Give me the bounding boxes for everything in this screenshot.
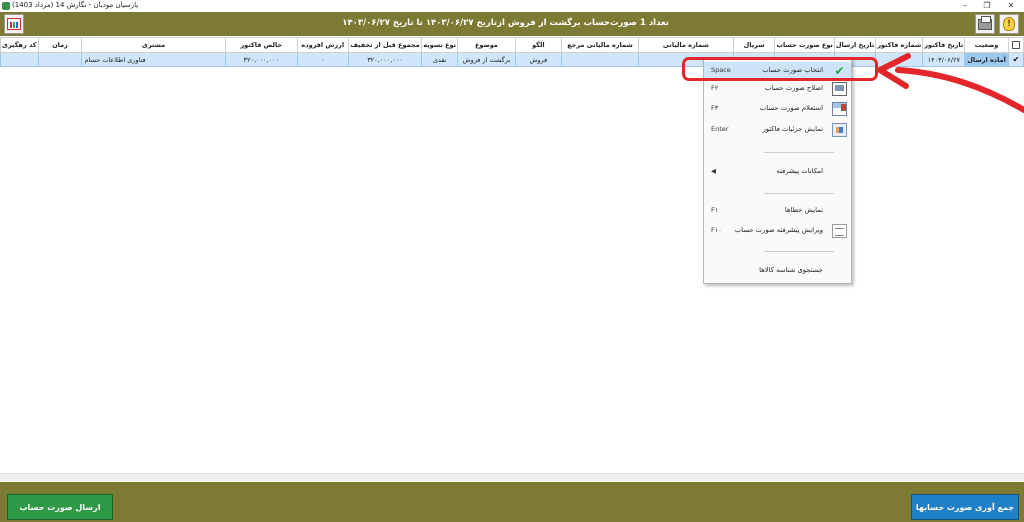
context-menu: ✔ انتخاب صورت حساب Space اصلاح صورت حساب… xyxy=(703,58,852,284)
menu-item-label: نمایش جزئیات فاکتور xyxy=(762,125,823,133)
header-total-before-discount[interactable]: مجموع قبل از تخفیف xyxy=(347,37,423,53)
printer-icon xyxy=(978,15,992,30)
menu-item-shortcut: F۳ xyxy=(711,104,719,112)
app-icon xyxy=(2,2,10,10)
menu-item-shortcut: Enter xyxy=(711,125,729,133)
header-serial[interactable]: سریال xyxy=(732,37,776,53)
menu-item-label: نمایش خطاها xyxy=(784,206,823,214)
exclamation-icon: ! xyxy=(1003,17,1015,31)
menu-item-label: استعلام صورت حساب xyxy=(759,104,823,112)
submenu-arrow-icon: ◀ xyxy=(711,167,716,175)
cell-vat: ۰ xyxy=(296,52,349,67)
menu-item-advanced[interactable]: امکانات پیشرفته ◀ xyxy=(704,163,851,181)
maximize-button[interactable]: ❐ xyxy=(976,0,998,12)
advanced-edit-icon xyxy=(832,224,847,238)
header-invoice-type[interactable]: نوع صورت حساب xyxy=(774,37,835,53)
cell-ref-tax-no xyxy=(561,52,639,67)
cell-total-before-discount: ۳۲۰,۰۰۰,۰۰۰ xyxy=(347,52,423,67)
header-vat[interactable]: ارزش افزوده xyxy=(296,37,349,53)
footer-bar: ارسال صورت حساب جمع آوری صورت حسابها xyxy=(0,482,1024,522)
cell-net: ۳۲۰,۰۰۰,۰۰۰ xyxy=(224,52,298,67)
header-settlement[interactable]: نوع تسویه xyxy=(421,37,459,53)
menu-item-label: امکانات پیشرفته xyxy=(776,167,823,175)
window-title: پارسیان مودیان - نگارش 14 (مرداد 1403) xyxy=(12,1,139,9)
cell-customer: فناوری اطلاعات حسام xyxy=(81,52,226,67)
header-time[interactable]: زمان xyxy=(37,37,83,53)
details-icon xyxy=(832,123,847,137)
header-bar: تعداد 1 صورت‌حساب برگشت از فروش ازتاریخ … xyxy=(0,12,1024,36)
collect-invoices-button[interactable]: جمع آوری صورت حسابها xyxy=(911,494,1019,520)
menu-item-inquiry-invoice[interactable]: استعلام صورت حساب F۳ xyxy=(704,100,851,118)
report-button[interactable] xyxy=(4,14,24,34)
menu-item-label: اصلاح صورت حساب xyxy=(764,84,823,92)
invoice-grid: وضعیت تاریخ فاکتور شماره فاکتور تاریخ ار… xyxy=(0,37,1024,473)
horizontal-scrollbar[interactable] xyxy=(0,473,1024,481)
print-button[interactable] xyxy=(975,14,995,34)
menu-item-shortcut: F۱ xyxy=(711,206,719,214)
report-icon xyxy=(7,18,21,30)
cell-tracking xyxy=(0,52,39,67)
minimize-button[interactable]: – xyxy=(954,0,976,12)
inquiry-icon xyxy=(832,102,847,116)
header-summary: تعداد 1 صورت‌حساب برگشت از فروش ازتاریخ … xyxy=(342,18,669,28)
header-net[interactable]: خالص فاکتور xyxy=(224,37,298,53)
menu-item-shortcut: F۲ xyxy=(711,84,719,92)
cell-settlement: نقدی xyxy=(421,52,459,67)
menu-item-edit-invoice[interactable]: اصلاح صورت حساب F۲ xyxy=(704,80,851,98)
title-bar: پارسیان مودیان - نگارش 14 (مرداد 1403) –… xyxy=(0,0,1024,12)
annotation-highlight xyxy=(682,57,878,81)
menu-separator xyxy=(764,152,834,153)
menu-separator xyxy=(764,193,834,194)
header-customer[interactable]: مشتری xyxy=(81,37,226,53)
header-tax-no[interactable]: شماره مالیاتی xyxy=(637,37,734,53)
close-button[interactable]: ✕ xyxy=(1000,0,1022,12)
cell-pattern: فروش xyxy=(514,52,563,67)
menu-item-invoice-details[interactable]: نمایش جزئیات فاکتور Enter xyxy=(704,121,851,139)
menu-item-shortcut: F۱۰ xyxy=(711,226,722,234)
header-subject[interactable]: موضوع xyxy=(457,37,516,53)
header-pattern[interactable]: الگو xyxy=(514,37,563,53)
header-tracking[interactable]: کد رهگیری xyxy=(0,37,39,53)
menu-item-advanced-edit[interactable]: ویرایش پیشرفته صورت حساب F۱۰ xyxy=(704,222,851,240)
menu-separator xyxy=(764,251,834,252)
edit-icon xyxy=(832,82,847,96)
menu-item-search-product-id[interactable]: جستجوی شناسه کالاها xyxy=(704,262,851,280)
cell-time xyxy=(37,52,83,67)
table-header: وضعیت تاریخ فاکتور شماره فاکتور تاریخ ار… xyxy=(0,37,1024,53)
cell-subject: برگشت از فروش xyxy=(457,52,516,67)
header-ref-tax-no[interactable]: شماره مالیاتی مرجع xyxy=(561,37,639,53)
annotation-arrow-icon xyxy=(877,53,1024,113)
menu-item-label: ویرایش پیشرفته صورت حساب xyxy=(734,226,823,234)
menu-item-label: جستجوی شناسه کالاها xyxy=(759,266,823,274)
alert-button[interactable]: ! xyxy=(999,14,1019,34)
header-send-date[interactable]: تاریخ ارسال xyxy=(833,37,877,53)
send-invoice-button[interactable]: ارسال صورت حساب xyxy=(7,494,113,520)
menu-item-show-errors[interactable]: نمایش خطاها F۱ xyxy=(704,202,851,220)
